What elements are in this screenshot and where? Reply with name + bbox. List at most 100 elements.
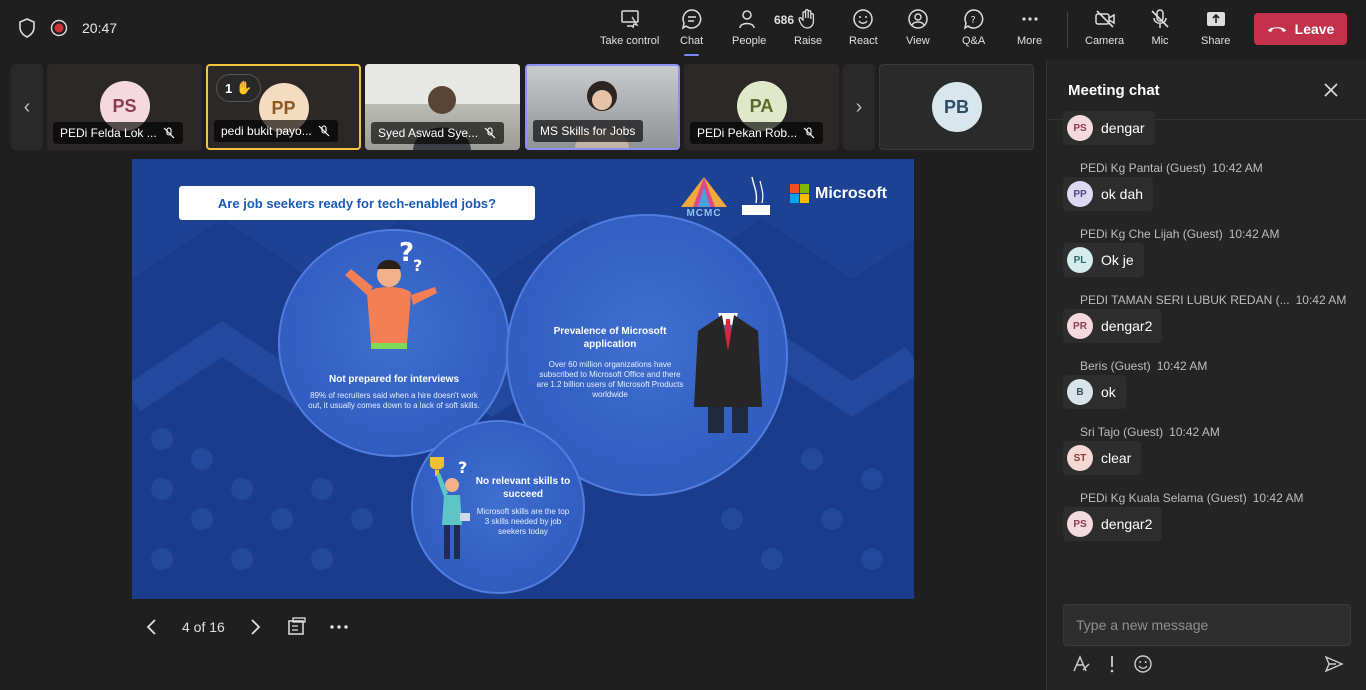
toolbar-divider bbox=[1067, 12, 1068, 48]
strip-prev-button[interactable]: ‹ bbox=[11, 64, 43, 150]
format-text-icon[interactable] bbox=[1071, 654, 1091, 674]
next-slide-button[interactable] bbox=[243, 615, 267, 639]
chevron-right-icon: › bbox=[855, 95, 863, 118]
microsoft-grid-icon bbox=[790, 184, 809, 203]
chat-compose-input[interactable] bbox=[1063, 604, 1351, 646]
send-icon[interactable] bbox=[1324, 654, 1344, 674]
mcmc-logo: MCMC bbox=[677, 175, 731, 219]
chat-message[interactable]: PS dengar2 bbox=[1063, 507, 1163, 541]
hand-icon bbox=[798, 9, 815, 29]
meeting-status: 20:47 bbox=[18, 18, 117, 38]
partner-logo-icon bbox=[742, 176, 770, 215]
participant-tile[interactable]: PS PEDi Felda Lok ... bbox=[47, 64, 202, 150]
raise-hand-button[interactable]: Raise bbox=[794, 8, 822, 52]
people-count: 686 bbox=[774, 13, 795, 27]
shared-presentation-slide: Are job seekers ready for tech-enabled j… bbox=[132, 159, 914, 599]
participant-name-label: PEDi Pekan Rob... bbox=[690, 122, 824, 144]
circle-3-text: Microsoft skills are the top 3 skills ne… bbox=[476, 507, 570, 536]
svg-text:?: ? bbox=[413, 256, 422, 275]
chat-message[interactable]: PL Ok je bbox=[1063, 243, 1144, 277]
shield-icon bbox=[19, 18, 35, 38]
more-button[interactable]: More bbox=[1017, 8, 1042, 52]
meeting-stage: ‹ PS PEDi Felda Lok ... 1 ✋ PP pedi buki… bbox=[0, 60, 1046, 690]
qa-icon: ? bbox=[963, 9, 983, 30]
participant-name-label: PEDi Felda Lok ... bbox=[53, 122, 183, 144]
participant-tile[interactable]: PB bbox=[879, 64, 1034, 150]
mic-off-icon bbox=[1151, 9, 1169, 28]
react-button[interactable]: React bbox=[849, 8, 878, 52]
emoji-icon[interactable] bbox=[1133, 654, 1153, 674]
strip-next-button[interactable]: › bbox=[843, 64, 875, 150]
chat-message[interactable]: PS dengar bbox=[1063, 111, 1155, 145]
camera-button[interactable]: Camera bbox=[1085, 8, 1124, 52]
chat-message-header: PEDi Kg Che Lijah (Guest) 10:42 AM bbox=[1080, 227, 1280, 241]
take-control-icon bbox=[620, 10, 639, 29]
chevron-left-icon: ‹ bbox=[23, 95, 31, 118]
qa-button[interactable]: ? Q&A bbox=[962, 8, 985, 52]
participant-name-label: pedi bukit payo... bbox=[214, 120, 338, 142]
chat-panel-title: Meeting chat bbox=[1068, 82, 1160, 99]
slide-controls: 4 of 16 bbox=[140, 612, 351, 642]
mcmc-triangle-icon bbox=[681, 177, 727, 207]
avatar: PS bbox=[1067, 511, 1093, 537]
chat-message-header: PEDI TAMAN SERI LUBUK REDAN (... 10:42 AM bbox=[1080, 293, 1347, 307]
view-icon bbox=[908, 9, 928, 29]
chat-message-header: PEDi Kg Kuala Selama (Guest) 10:42 AM bbox=[1080, 491, 1304, 505]
share-button[interactable]: Share bbox=[1201, 8, 1230, 52]
mic-off-icon bbox=[163, 127, 175, 139]
avatar: ST bbox=[1067, 445, 1093, 471]
circle-1-title: Not prepared for interviews bbox=[328, 374, 460, 385]
chat-message[interactable]: PP ok dah bbox=[1063, 177, 1154, 211]
raised-hand-badge: 1 ✋ bbox=[216, 74, 262, 102]
raised-hand-icon: ✋ bbox=[236, 80, 253, 95]
slide-grid-view-button[interactable] bbox=[285, 615, 309, 639]
svg-text:?: ? bbox=[458, 458, 467, 477]
people-button[interactable]: 686 People bbox=[732, 8, 794, 52]
leave-button[interactable]: Leave bbox=[1254, 13, 1347, 45]
chat-button[interactable]: Chat bbox=[680, 8, 703, 56]
important-icon[interactable] bbox=[1105, 654, 1119, 674]
participant-tile-hand-raised[interactable]: 1 ✋ PP pedi bukit payo... bbox=[206, 64, 361, 150]
chat-message[interactable]: PR dengar2 bbox=[1063, 309, 1163, 343]
avatar: PR bbox=[1067, 313, 1093, 339]
share-icon bbox=[1206, 12, 1225, 26]
previous-slide-button[interactable] bbox=[140, 615, 164, 639]
avatar: PP bbox=[1067, 181, 1093, 207]
compose-toolbar bbox=[1071, 654, 1153, 674]
chat-message-header: Sri Tajo (Guest) 10:42 AM bbox=[1080, 425, 1220, 439]
mic-button[interactable]: Mic bbox=[1149, 8, 1171, 52]
people-icon bbox=[739, 10, 755, 29]
view-button[interactable]: View bbox=[906, 8, 930, 52]
slide-title: Are job seekers ready for tech-enabled j… bbox=[179, 186, 535, 220]
mic-off-icon bbox=[803, 127, 815, 139]
avatar: B bbox=[1067, 379, 1093, 405]
mic-off-icon bbox=[318, 125, 330, 137]
meeting-timer: 20:47 bbox=[82, 20, 118, 36]
avatar: PS bbox=[1067, 115, 1093, 141]
participant-video-tile[interactable]: Syed Aswad Sye... bbox=[365, 64, 520, 150]
avatar: PB bbox=[931, 82, 982, 132]
mic-off-icon bbox=[484, 127, 496, 139]
svg-text:?: ? bbox=[970, 15, 975, 26]
participant-video-tile-speaking[interactable]: MS Skills for Jobs bbox=[525, 64, 680, 150]
participant-tile[interactable]: PA PEDi Pekan Rob... bbox=[684, 64, 839, 150]
take-control-button[interactable]: Take control bbox=[600, 8, 659, 52]
circle-2-text: Over 60 million organizations have subsc… bbox=[536, 360, 684, 399]
recording-icon bbox=[50, 19, 68, 37]
more-icon bbox=[1021, 17, 1038, 21]
participant-name-label: Syed Aswad Sye... bbox=[371, 122, 505, 144]
trophy-person-illustration: ? bbox=[430, 457, 470, 559]
chat-message[interactable]: ST clear bbox=[1063, 441, 1142, 475]
smiley-icon bbox=[853, 9, 874, 29]
confused-person-illustration: ? ? bbox=[345, 238, 437, 349]
circle-2-title: Prevalence of Microsoft application bbox=[553, 326, 667, 350]
slide-page-indicator: 4 of 16 bbox=[182, 619, 225, 635]
business-suit-illustration bbox=[694, 313, 762, 433]
more-slide-options-icon[interactable] bbox=[327, 615, 351, 639]
hang-up-icon bbox=[1267, 27, 1286, 32]
chat-message-header: PEDi Kg Pantai (Guest) 10:42 AM bbox=[1080, 161, 1263, 175]
close-icon[interactable] bbox=[1323, 82, 1339, 98]
chat-message-header: Beris (Guest) 10:42 AM bbox=[1080, 359, 1208, 373]
camera-off-icon bbox=[1094, 10, 1115, 28]
chat-message[interactable]: B ok bbox=[1063, 375, 1126, 409]
